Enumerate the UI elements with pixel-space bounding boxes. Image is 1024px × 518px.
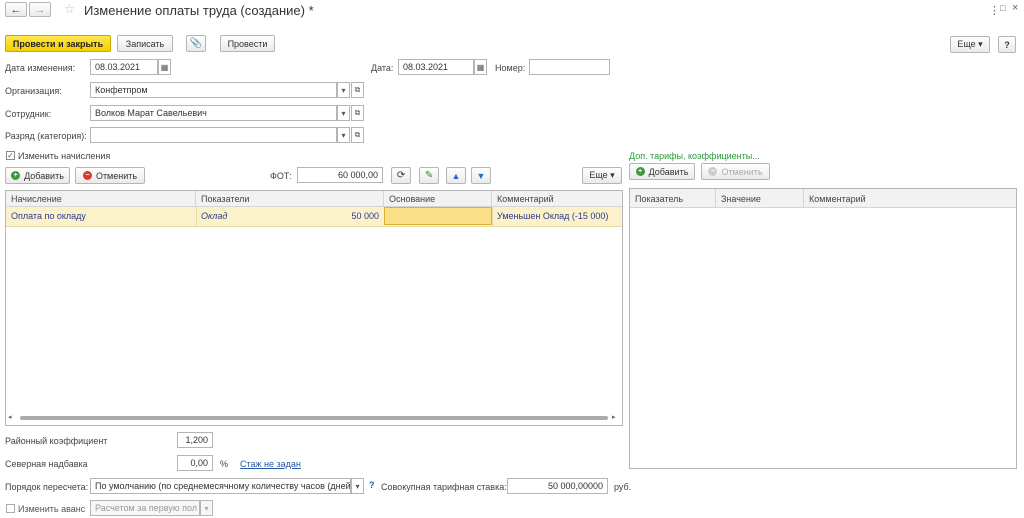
open-icon[interactable]: ⧉ xyxy=(351,127,364,143)
organization-input[interactable]: Конфетпром xyxy=(90,82,337,98)
accrual-cell: Оплата по окладу xyxy=(11,211,86,221)
favorite-star-icon[interactable]: ☆ xyxy=(64,2,75,16)
move-up-button[interactable]: ▲ xyxy=(446,167,466,184)
amount-cell: 50 000 xyxy=(351,211,379,221)
column-header-value[interactable]: Значение xyxy=(716,189,804,208)
advance-select[interactable]: Расчетом за первую пол xyxy=(90,500,200,516)
employee-input[interactable]: Волков Марат Савельевич xyxy=(90,105,337,121)
northern-allowance-label: Северная надбавка xyxy=(5,459,88,469)
add-tariff-button[interactable]: + Добавить xyxy=(629,163,695,180)
experience-link[interactable]: Стаж не задан xyxy=(240,459,301,469)
change-advance-label: Изменить аванс xyxy=(18,504,86,514)
edit-button[interactable]: ✎ xyxy=(419,167,439,184)
move-down-button[interactable]: ▼ xyxy=(471,167,491,184)
close-icon[interactable]: × xyxy=(1012,2,1018,14)
change-advance-checkbox[interactable] xyxy=(6,504,15,513)
back-button[interactable]: ← xyxy=(5,2,27,17)
add-label: Добавить xyxy=(24,170,64,181)
accruals-more-button[interactable]: Еще ▾ xyxy=(582,167,622,184)
calendar-icon[interactable]: ▦ xyxy=(474,59,487,75)
column-header-indicators[interactable]: Показатели xyxy=(196,191,384,207)
district-coefficient-label: Районный коэффициент xyxy=(5,436,108,446)
cancel-icon: − xyxy=(708,167,718,176)
recalc-order-label: Порядок пересчета: xyxy=(5,482,89,492)
basis-cell[interactable] xyxy=(384,207,492,225)
column-divider xyxy=(196,207,197,226)
date-label: Дата: xyxy=(371,63,394,73)
refresh-button[interactable]: ⟳ xyxy=(391,167,411,184)
grade-input[interactable] xyxy=(90,127,337,143)
open-icon[interactable]: ⧉ xyxy=(351,82,364,98)
calendar-icon[interactable]: ▦ xyxy=(158,59,171,75)
grade-label: Разряд (категория): xyxy=(5,131,87,141)
restore-icon[interactable]: □ xyxy=(1000,3,1005,13)
total-rate-label: Совокупная тарифная ставка: xyxy=(381,482,507,492)
horizontal-scrollbar[interactable] xyxy=(20,416,608,420)
dropdown-icon[interactable]: ▾ xyxy=(351,478,364,494)
help-button[interactable]: ? xyxy=(998,36,1016,53)
add-label: Добавить xyxy=(648,166,689,177)
change-accruals-label: Изменить начисления xyxy=(18,151,111,161)
district-coefficient-input[interactable]: 1,200 xyxy=(177,432,213,448)
post-and-close-button[interactable]: Провести и закрыть xyxy=(5,35,111,52)
date-change-label: Дата изменения: xyxy=(5,63,76,73)
cancel-accrual-button[interactable]: − Отменить xyxy=(75,167,145,184)
cancel-label: Отменить xyxy=(95,170,138,181)
arrow-up-icon: ▲ xyxy=(451,170,461,181)
fot-input[interactable]: 60 000,00 xyxy=(297,167,383,183)
column-header-basis[interactable]: Основание xyxy=(384,191,492,207)
pencil-icon: ✎ xyxy=(424,170,434,181)
cancel-tariff-button[interactable]: − Отменить xyxy=(701,163,770,180)
scroll-right-icon[interactable]: ▸ xyxy=(612,413,616,421)
organization-label: Организация: xyxy=(5,86,62,96)
add-accrual-button[interactable]: + Добавить xyxy=(5,167,70,184)
help-icon[interactable]: ? xyxy=(369,480,375,490)
arrow-down-icon: ▼ xyxy=(476,170,486,181)
recalc-order-select[interactable]: По умолчанию (по среднемесячному количес… xyxy=(90,478,351,494)
column-header-accrual[interactable]: Начисление xyxy=(6,191,196,207)
save-button[interactable]: Записать xyxy=(117,35,173,52)
forward-button[interactable]: → xyxy=(29,2,51,17)
table-row[interactable]: Оплата по окладу Оклад 50 000 Уменьшен О… xyxy=(6,207,622,227)
northern-allowance-input[interactable]: 0,00 xyxy=(177,455,213,471)
refresh-icon: ⟳ xyxy=(396,170,406,181)
column-divider xyxy=(492,207,493,226)
open-icon[interactable]: ⧉ xyxy=(351,105,364,121)
post-button[interactable]: Провести xyxy=(220,35,275,52)
change-accruals-checkbox[interactable]: ✓ xyxy=(6,151,15,160)
column-header-comment[interactable]: Комментарий xyxy=(804,189,1016,208)
fot-label: ФОТ: xyxy=(270,171,292,181)
dropdown-icon[interactable]: ▾ xyxy=(337,105,350,121)
indicator-cell: Оклад xyxy=(201,211,228,221)
comment-cell: Уменьшен Оклад (-15 000) xyxy=(497,211,609,221)
percent-unit: % xyxy=(220,459,229,469)
dropdown-icon[interactable]: ▾ xyxy=(337,82,350,98)
cancel-label: Отменить xyxy=(721,166,763,177)
total-rate-input[interactable]: 50 000,00000 xyxy=(507,478,608,494)
attach-button[interactable]: 📎 xyxy=(186,35,206,52)
scroll-left-icon[interactable]: ◂ xyxy=(8,413,12,421)
date-change-input[interactable]: 08.03.2021 xyxy=(90,59,158,75)
tariffs-table[interactable]: Показатель Значение Комментарий xyxy=(629,188,1017,469)
tariffs-link[interactable]: Доп. тарифы, коэффициенты... xyxy=(629,151,760,161)
add-icon: + xyxy=(11,171,21,180)
date-input[interactable]: 08.03.2021 xyxy=(398,59,474,75)
number-input[interactable] xyxy=(529,59,610,75)
employee-label: Сотрудник: xyxy=(5,109,52,119)
page-title: Изменение оплаты труда (создание) * xyxy=(84,3,314,18)
column-header-indicator[interactable]: Показатель xyxy=(630,189,716,208)
paperclip-icon: 📎 xyxy=(189,38,203,49)
add-icon: + xyxy=(635,167,645,176)
more-menu-icon[interactable]: ⋮ xyxy=(989,4,1000,17)
dropdown-icon[interactable]: ▾ xyxy=(337,127,350,143)
cancel-icon: − xyxy=(82,171,92,180)
currency-unit: руб. xyxy=(614,482,632,492)
more-button[interactable]: Еще ▾ xyxy=(950,36,990,53)
column-header-comment[interactable]: Комментарий xyxy=(492,191,622,207)
dropdown-icon[interactable]: ▾ xyxy=(200,500,213,516)
accruals-table[interactable]: Начисление Показатели Основание Коммента… xyxy=(5,190,623,426)
number-label: Номер: xyxy=(495,63,526,73)
